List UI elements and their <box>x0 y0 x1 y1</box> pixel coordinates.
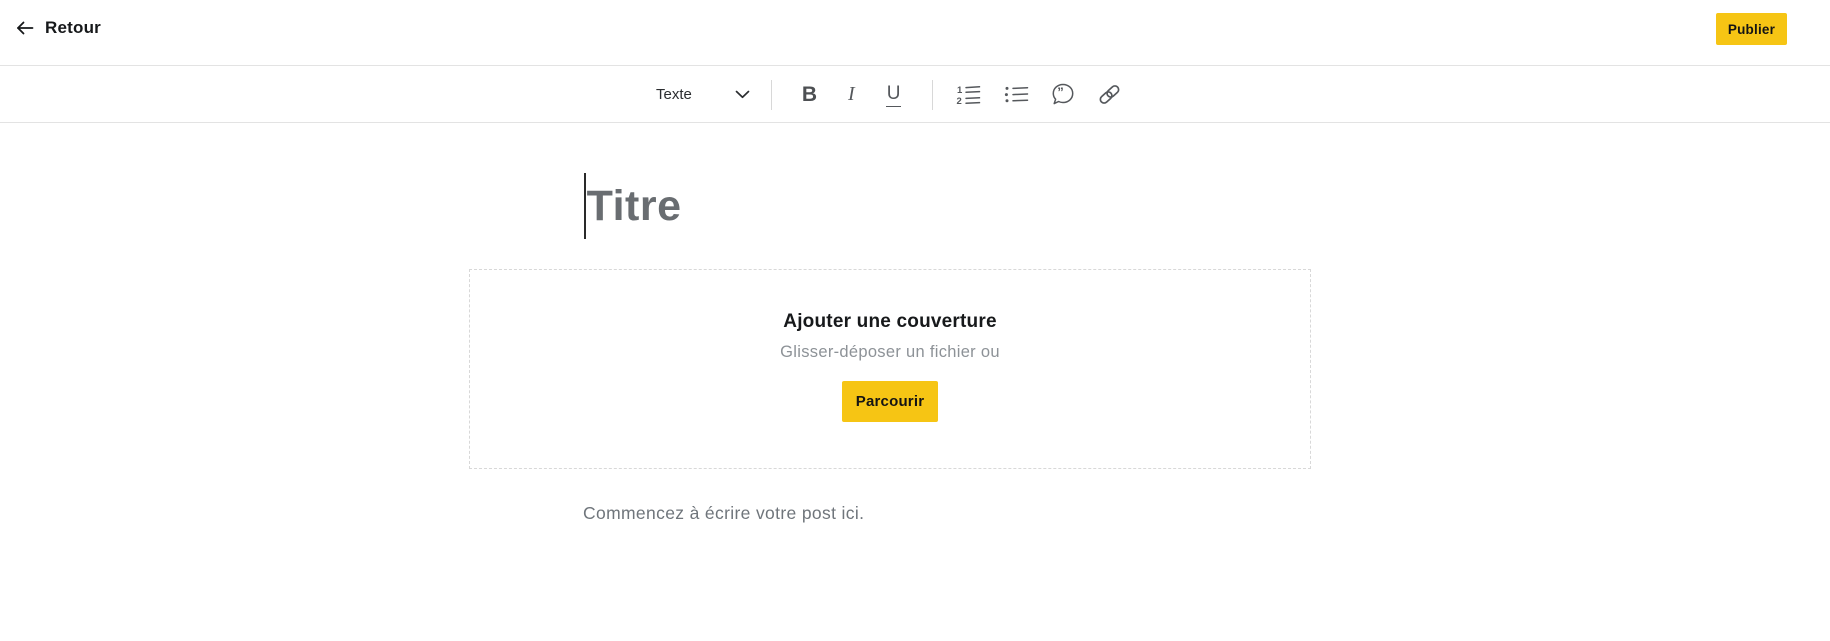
formatting-toolbar: Texte B I U 1 2 <box>0 66 1830 123</box>
toolbar-divider <box>932 80 933 110</box>
ordered-list-icon: 1 2 <box>956 84 981 105</box>
bullet-list-icon <box>1004 85 1029 104</box>
underline-button[interactable]: U <box>886 83 902 107</box>
title-placeholder: Titre <box>587 185 682 228</box>
quote-button[interactable]: ” <box>1051 83 1075 106</box>
link-icon <box>1097 83 1122 106</box>
bullet-list-button[interactable] <box>1004 85 1029 104</box>
text-caret <box>584 173 586 239</box>
underline-button-label: U <box>886 83 902 107</box>
arrow-left-icon <box>16 21 34 35</box>
link-button[interactable] <box>1097 83 1122 106</box>
cover-subheading: Glisser-déposer un fichier ou <box>780 343 1000 362</box>
body-input[interactable]: Commencez à écrire votre post ici. <box>583 503 864 524</box>
block-type-dropdown[interactable]: Texte <box>656 86 750 103</box>
toolbar-divider <box>771 80 772 110</box>
svg-text:”: ” <box>1058 85 1065 100</box>
title-input[interactable]: Titre <box>584 172 682 240</box>
svg-text:1: 1 <box>957 85 963 96</box>
svg-text:2: 2 <box>957 96 962 105</box>
quote-icon: ” <box>1051 83 1075 106</box>
bold-button[interactable]: B <box>802 83 817 107</box>
block-type-label: Texte <box>656 86 692 103</box>
back-button[interactable]: Retour <box>16 13 101 43</box>
cover-dropzone[interactable]: Ajouter une couverture Glisser-déposer u… <box>469 269 1311 469</box>
chevron-down-icon <box>735 90 750 99</box>
toolbar-inner: Texte B I U 1 2 <box>656 66 1122 123</box>
post-editor-page: Retour Publier Texte B I U <box>0 0 1830 641</box>
cover-heading: Ajouter une couverture <box>783 311 996 333</box>
back-button-label: Retour <box>45 18 101 38</box>
top-bar: Retour Publier <box>0 0 1830 66</box>
publish-button[interactable]: Publier <box>1716 13 1787 45</box>
browse-button[interactable]: Parcourir <box>842 381 938 422</box>
ordered-list-button[interactable]: 1 2 <box>956 84 981 105</box>
italic-button[interactable]: I <box>848 83 855 106</box>
